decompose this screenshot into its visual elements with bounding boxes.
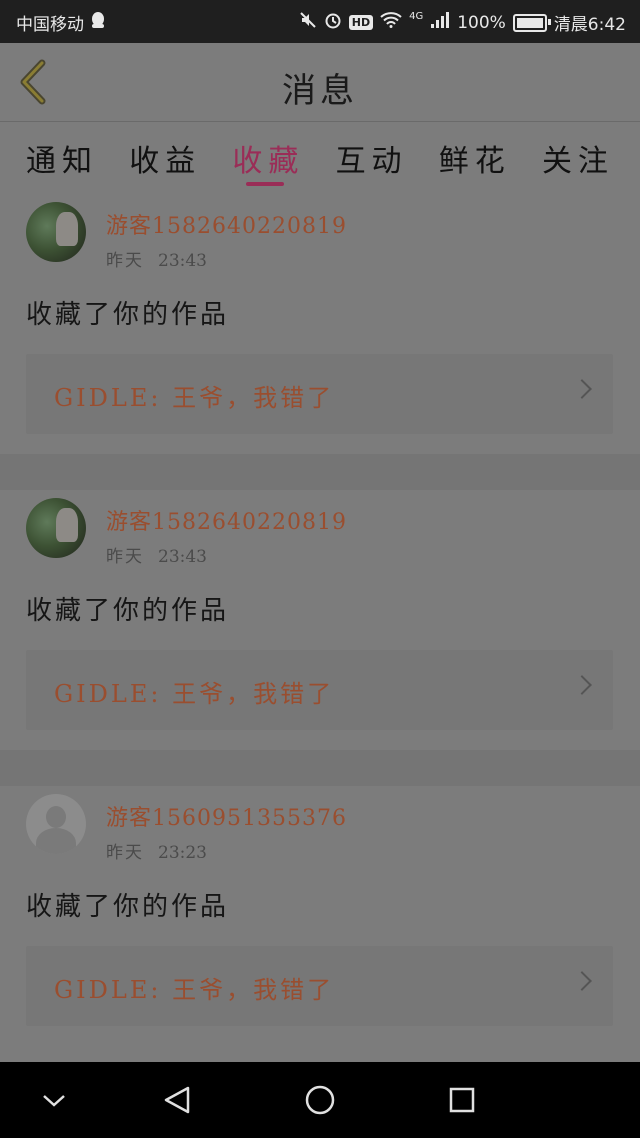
header: 消息 [0, 43, 640, 122]
triangle-back-icon [164, 1086, 190, 1114]
default-avatar-head [46, 806, 66, 828]
avatar[interactable] [26, 498, 86, 558]
tab-label: 关注 [541, 144, 614, 179]
carrier-label: 中国移动 [16, 15, 84, 35]
notification-item: 游客1582640220819 昨天 23:43 收藏了你的作品 GIDLE: 王… [0, 194, 640, 454]
chevron-right-icon [572, 675, 592, 695]
work-link[interactable]: GIDLE: 王爷，我错了 [26, 354, 613, 434]
tab-label: 互动 [335, 144, 408, 179]
square-recents-icon [449, 1087, 475, 1113]
active-tab-indicator [246, 182, 285, 186]
signal-icon [430, 12, 450, 33]
tab-label: 通知 [26, 144, 98, 179]
nav-back-button[interactable] [158, 1080, 198, 1120]
avatar[interactable] [26, 202, 86, 262]
nav-recents-button[interactable] [442, 1080, 482, 1120]
status-bar: 中国移动 HD 4G 100% 清晨6:42 [0, 0, 640, 43]
divider [0, 750, 640, 786]
battery-icon [512, 13, 551, 32]
divider [0, 454, 640, 490]
hd-badge: HD [348, 15, 374, 30]
work-title: GIDLE: 王爷，我错了 [54, 384, 335, 412]
notification-item: 游客1560951355376 昨天 23:23 收藏了你的作品 GIDLE: 王… [0, 786, 640, 1046]
nav-home-button[interactable] [300, 1080, 340, 1120]
timestamp: 昨天 23:23 [106, 838, 207, 863]
timestamp-day: 昨天 [106, 547, 144, 567]
page-title: 消息 [282, 71, 358, 111]
action-text: 收藏了你的作品 [26, 300, 230, 330]
default-avatar-body [36, 828, 76, 854]
notification-item: 游客1582640220819 昨天 23:43 收藏了你的作品 GIDLE: 王… [0, 490, 640, 750]
system-nav-bar [0, 1062, 640, 1138]
network-type: 4G [409, 11, 424, 22]
chevron-right-icon [572, 379, 592, 399]
timestamp: 昨天 23:43 [106, 542, 207, 567]
tab-label: 鲜花 [438, 144, 511, 179]
action-text: 收藏了你的作品 [26, 892, 230, 922]
hide-nav-button[interactable] [34, 1080, 74, 1120]
notification-list: 游客1582640220819 昨天 23:43 收藏了你的作品 GIDLE: 王… [0, 194, 640, 1046]
action-text: 收藏了你的作品 [26, 596, 230, 626]
clock: 清晨6:42 [553, 15, 626, 35]
tab-label: 收藏 [232, 144, 305, 179]
timestamp: 昨天 23:43 [106, 246, 207, 271]
username[interactable]: 游客1582640220819 [106, 504, 347, 536]
tab-favorites[interactable]: 收藏 [232, 122, 304, 194]
work-title: GIDLE: 王爷，我错了 [54, 680, 335, 708]
timestamp-clock: 23:43 [158, 251, 207, 271]
timestamp-clock: 23:23 [158, 843, 207, 863]
username[interactable]: 游客1560951355376 [106, 800, 347, 832]
tab-earnings[interactable]: 收益 [129, 122, 201, 194]
timestamp-day: 昨天 [106, 843, 144, 863]
tab-following[interactable]: 关注 [542, 122, 614, 194]
timestamp-day: 昨天 [106, 251, 144, 271]
circle-home-icon [305, 1085, 335, 1115]
username[interactable]: 游客1582640220819 [106, 208, 347, 240]
chevron-down-icon [43, 1095, 65, 1107]
chevron-right-icon [572, 971, 592, 991]
battery-percent: 100% [457, 12, 506, 33]
tab-bar: 通知 收益 收藏 互动 鲜花 关注 [0, 122, 640, 194]
tab-flowers[interactable]: 鲜花 [439, 122, 511, 194]
timestamp-clock: 23:43 [158, 547, 207, 567]
wifi-icon [380, 12, 402, 33]
alarm-icon [324, 11, 342, 34]
work-title: GIDLE: 王爷，我错了 [54, 976, 335, 1004]
tab-notifications[interactable]: 通知 [26, 122, 98, 194]
qq-icon [90, 11, 106, 34]
avatar[interactable] [26, 794, 86, 854]
tab-interactions[interactable]: 互动 [336, 122, 408, 194]
mute-icon [299, 11, 317, 34]
work-link[interactable]: GIDLE: 王爷，我错了 [26, 650, 613, 730]
work-link[interactable]: GIDLE: 王爷，我错了 [26, 946, 613, 1026]
tab-label: 收益 [129, 144, 202, 179]
